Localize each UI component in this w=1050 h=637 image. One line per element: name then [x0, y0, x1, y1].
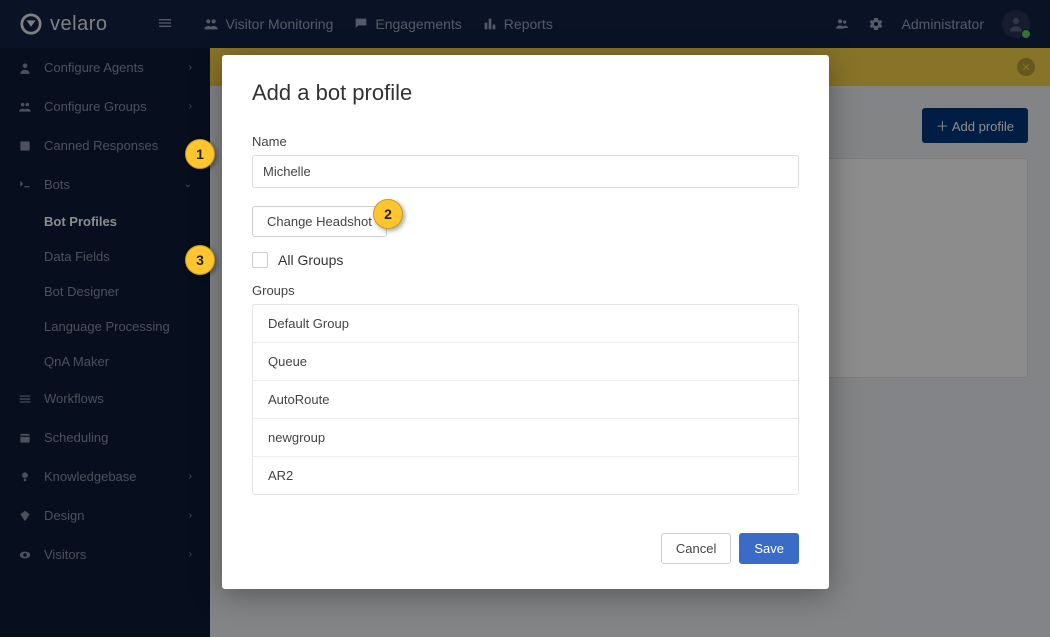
save-button[interactable]: Save	[739, 533, 799, 564]
save-label: Save	[754, 541, 784, 556]
cancel-button[interactable]: Cancel	[661, 533, 731, 564]
change-headshot-label: Change Headshot	[267, 214, 372, 229]
group-item[interactable]: Queue	[253, 343, 798, 381]
all-groups-checkbox[interactable]	[252, 252, 268, 268]
group-item[interactable]: newgroup	[253, 419, 798, 457]
groups-label: Groups	[252, 283, 799, 298]
group-item[interactable]: AutoRoute	[253, 381, 798, 419]
modal-title: Add a bot profile	[252, 80, 799, 106]
cancel-label: Cancel	[676, 541, 716, 556]
group-item[interactable]: Default Group	[253, 305, 798, 343]
name-input[interactable]	[252, 155, 799, 188]
all-groups-label: All Groups	[278, 252, 343, 268]
annotation-3: 3	[185, 245, 215, 275]
annotation-1: 1	[185, 139, 215, 169]
change-headshot-button[interactable]: Change Headshot	[252, 206, 387, 237]
annotation-2: 2	[373, 199, 403, 229]
name-label: Name	[252, 134, 799, 149]
add-bot-profile-modal: Add a bot profile Name Change Headshot A…	[222, 55, 829, 589]
groups-list: Default Group Queue AutoRoute newgroup A…	[252, 304, 799, 495]
group-item[interactable]: AR2	[253, 457, 798, 494]
